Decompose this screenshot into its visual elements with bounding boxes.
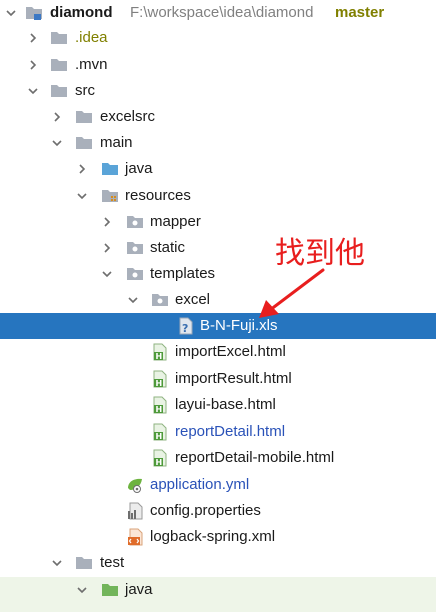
annotation-arrow: [259, 268, 325, 318]
